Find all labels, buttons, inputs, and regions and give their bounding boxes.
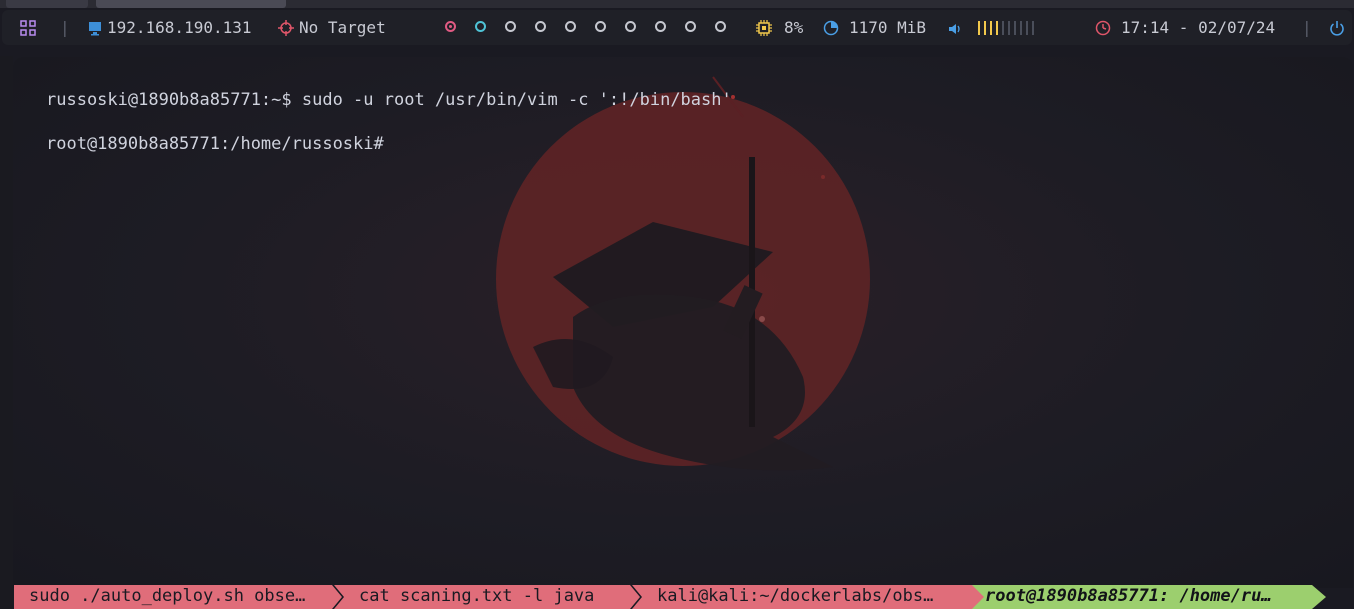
workspace-8-button[interactable]	[655, 21, 666, 32]
volume-bar-segment	[1032, 20, 1034, 35]
workspace-10-button[interactable]	[715, 21, 726, 32]
workspace-1-button[interactable]	[445, 21, 456, 32]
volume-bar-segment	[990, 20, 992, 35]
datetime: 17:14 - 02/07/24	[1121, 18, 1276, 37]
crosshair-icon	[278, 19, 294, 36]
status-bar: | 192.168.190.131 No Target 8% 1170 MiB	[2, 10, 1352, 45]
pie-chart-icon	[823, 20, 839, 36]
workspace-4-button[interactable]	[535, 21, 546, 32]
workspace-2-button[interactable]	[475, 21, 486, 32]
workspace-5-button[interactable]	[565, 21, 576, 32]
separator: |	[60, 18, 70, 37]
ip-address: 192.168.190.131	[107, 18, 252, 37]
window-edge	[0, 56, 13, 609]
workspace-3-button[interactable]	[505, 21, 516, 32]
volume-bar-segment	[1008, 20, 1010, 35]
terminal-tab[interactable]: sudo ./auto_deploy.sh obse…	[14, 585, 344, 609]
separator: |	[1302, 18, 1312, 37]
cpu-usage: 8%	[784, 18, 804, 37]
terminal-tab[interactable]: cat scaning.txt -l java	[344, 585, 642, 609]
tab-title: root@1890b8a85771: /home/ru…	[985, 586, 1272, 606]
volume-bar-segment	[978, 20, 980, 35]
power-icon[interactable]	[1329, 10, 1345, 45]
workspace-7-button[interactable]	[625, 21, 636, 32]
volume-bar-segment	[1020, 20, 1022, 35]
memory-usage: 1170 MiB	[849, 18, 927, 37]
tab-end-icon	[1312, 585, 1326, 609]
monitor-icon	[88, 20, 102, 36]
chevron-right-icon	[622, 585, 642, 609]
tab-divider-icon	[972, 585, 984, 609]
cpu-icon	[756, 19, 772, 36]
terminal-line: russoski@1890b8a85771:~$ sudo -u root /u…	[46, 90, 732, 110]
memory-widget: 1170 MiB	[823, 10, 926, 45]
clock-widget: 17:14 - 02/07/24	[1095, 10, 1275, 45]
volume-bar-segment	[1026, 20, 1028, 35]
chevron-right-icon	[324, 585, 344, 609]
speaker-icon[interactable]	[948, 21, 962, 35]
tab-title: sudo ./auto_deploy.sh obse…	[29, 586, 306, 606]
terminal-tab-bar: sudo ./auto_deploy.sh obse… cat scaning.…	[14, 585, 1354, 609]
clock-icon	[1095, 20, 1111, 36]
window-tab-active[interactable]	[96, 0, 286, 8]
workspace-6-button[interactable]	[595, 21, 606, 32]
target-label: No Target	[299, 18, 386, 37]
volume-level-bars[interactable]	[978, 20, 1034, 35]
workspace-9-button[interactable]	[685, 21, 696, 32]
target-widget: No Target	[278, 10, 386, 45]
volume-bar-segment	[984, 20, 986, 35]
volume-bar-segment	[996, 20, 998, 35]
volume-bar-segment	[1002, 20, 1004, 35]
window-tab-strip	[0, 0, 1354, 8]
ip-widget: 192.168.190.131	[88, 10, 252, 45]
terminal-window[interactable]: russoski@1890b8a85771:~$ sudo -u root /u…	[13, 57, 1353, 588]
tab-title: kali@kali:~/dockerlabs/obs…	[657, 586, 934, 606]
terminal-tab[interactable]: kali@kali:~/dockerlabs/obs…	[642, 585, 972, 609]
window-tab[interactable]	[6, 0, 88, 8]
tab-title: cat scaning.txt -l java	[359, 586, 595, 606]
volume-widget[interactable]	[948, 10, 1034, 45]
terminal-tab-active[interactable]: root@1890b8a85771: /home/ru…	[972, 585, 1312, 609]
terminal-prompt[interactable]: root@1890b8a85771:/home/russoski#	[46, 134, 384, 154]
cpu-widget: 8%	[756, 10, 803, 45]
grid-icon[interactable]	[20, 10, 36, 45]
volume-bar-segment	[1014, 20, 1016, 35]
